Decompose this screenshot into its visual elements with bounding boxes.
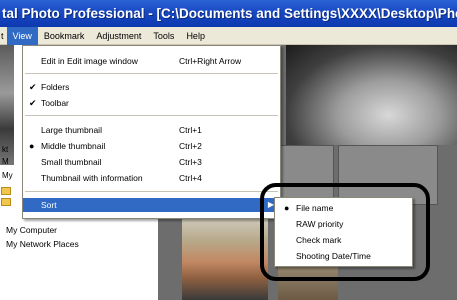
menu-view[interactable]: View	[6, 26, 38, 45]
menu-separator	[25, 191, 278, 192]
menu-item-label: Edit in Edit image window	[41, 56, 138, 66]
menu-item-label: Small thumbnail	[41, 157, 102, 167]
menu-item-sort[interactable]: Sort ▶	[23, 198, 280, 212]
folder-label-fragment: kt	[2, 145, 9, 154]
menu-item-large-thumbnail[interactable]: Large thumbnail Ctrl+1	[23, 123, 280, 137]
menu-item-label: Thumbnail with information	[41, 173, 143, 183]
menu-item-label: Folders	[41, 82, 70, 92]
menu-item-shortcut: Ctrl+Right Arrow	[179, 56, 242, 66]
highlight-callout-frame	[260, 183, 430, 281]
menu-item-shortcut: Ctrl+1	[179, 125, 202, 135]
thumbnail-photo[interactable]	[182, 215, 268, 300]
menu-separator	[25, 115, 278, 116]
folder-label-fragment: My	[2, 171, 13, 180]
menu-tools[interactable]: Tools	[147, 27, 180, 45]
menu-item-label: Large thumbnail	[41, 125, 102, 135]
menu-item-edit-in-edit-window[interactable]: Edit in Edit image window Ctrl+Right Arr…	[23, 54, 280, 68]
menu-item-folders[interactable]: ✔ Folders	[23, 80, 280, 94]
view-menu-dropdown: Edit in Edit image window Ctrl+Right Arr…	[22, 45, 281, 219]
folder-icon	[1, 187, 11, 195]
menu-separator	[25, 73, 278, 74]
menu-item-toolbar[interactable]: ✔ Toolbar	[23, 96, 280, 110]
menu-adjustment[interactable]: Adjustment	[90, 27, 147, 45]
check-icon: ✔	[29, 82, 37, 92]
menu-bookmark[interactable]: Bookmark	[38, 27, 91, 45]
menu-item-small-thumbnail[interactable]: Small thumbnail Ctrl+3	[23, 155, 280, 169]
menu-item-shortcut: Ctrl+2	[179, 141, 202, 151]
image-preview[interactable]	[286, 45, 457, 145]
menu-item-label: Toolbar	[41, 98, 69, 108]
bullet-icon: ●	[29, 141, 35, 151]
menu-item-label: Sort	[41, 200, 57, 210]
menu-item-shortcut: Ctrl+4	[179, 173, 202, 183]
tree-item-my-network-places[interactable]: My Network Places	[6, 239, 79, 249]
folder-icon	[1, 198, 11, 206]
menu-item-label: Middle thumbnail	[41, 141, 106, 151]
window-title: tal Photo Professional - [C:\Documents a…	[2, 6, 457, 21]
window-title-bar: tal Photo Professional - [C:\Documents a…	[0, 0, 457, 27]
folder-label-fragment: M	[2, 157, 9, 166]
menu-item-shortcut: Ctrl+3	[179, 157, 202, 167]
menu-item-thumbnail-with-information[interactable]: Thumbnail with information Ctrl+4	[23, 171, 280, 185]
check-icon: ✔	[29, 98, 37, 108]
tree-item-my-computer[interactable]: My Computer	[6, 225, 57, 235]
menu-item-middle-thumbnail[interactable]: ● Middle thumbnail Ctrl+2	[23, 139, 280, 153]
menu-bar: t View Bookmark Adjustment Tools Help	[0, 26, 457, 45]
menu-help[interactable]: Help	[180, 27, 211, 45]
